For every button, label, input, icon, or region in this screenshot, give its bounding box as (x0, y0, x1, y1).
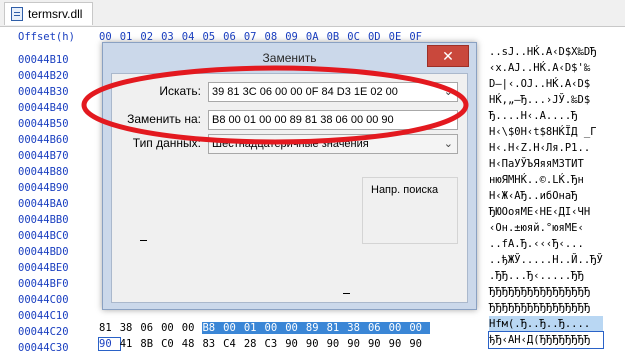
hex-byte[interactable]: 90 (285, 338, 306, 350)
ascii-row: H‹ПаУЎЪЯяяМЗТИТ (489, 158, 584, 170)
hex-byte[interactable]: 00 (161, 322, 182, 334)
hex-byte[interactable]: 90 (327, 338, 348, 350)
hex-byte[interactable]: 90 (347, 338, 368, 350)
datatype-value: Шестнадцатеричные значения (212, 138, 369, 150)
dialog-body: Искать: 39 81 3C 06 00 00 0F 84 D3 1E 02… (111, 73, 468, 303)
hex-byte[interactable]: 90 (306, 338, 327, 350)
close-button[interactable]: ✕ (427, 45, 469, 67)
chevron-down-icon[interactable]: ⌄ (444, 111, 453, 129)
hex-byte[interactable]: 81 (99, 322, 120, 334)
hex-byte[interactable]: C4 (223, 338, 244, 350)
offset-cell: 00044BD0 (18, 246, 69, 258)
offset-cell: 00044B70 (18, 150, 69, 162)
offset-cell: 00044C00 (18, 294, 69, 306)
ascii-row: D–|‹.OJ..HЌ.A‹D$ (489, 78, 591, 90)
ascii-row: H‹Ж‹АЂ..ибОнаЂ (489, 190, 578, 202)
search-combobox[interactable]: 39 81 3C 06 00 00 0F 84 D3 1E 02 00 ⌄ (208, 82, 458, 102)
offset-cell: 00044B90 (18, 182, 69, 194)
ascii-row: HЌ,„–Ђ...›JЎ.‰D$ (489, 94, 591, 106)
ascii-row: .ЂЂ...Ђ‹.....ЂЂ (489, 270, 584, 282)
hex-byte[interactable]: 90 (389, 338, 410, 350)
hex-byte[interactable]: 01 (243, 322, 265, 334)
offset-cell: 00044B80 (18, 166, 69, 178)
focus-mark (343, 293, 350, 294)
ascii-row: нюЯМHЌ..©.LЌ.Ђн (489, 174, 584, 186)
tab-label: termsrv.dll (28, 7, 83, 21)
chevron-down-icon[interactable]: ⌄ (444, 135, 453, 153)
hex-byte[interactable]: 00 (409, 322, 430, 334)
focus-mark (140, 240, 147, 241)
ascii-row: ‹x.AJ..HЌ.A‹D$'‰ (489, 62, 591, 74)
offset-cell: 00044B50 (18, 118, 69, 130)
ascii-row: ..ђЖЎ.....H..Й..ЂЎ (489, 254, 603, 266)
hex-byte[interactable]: 06 (367, 322, 389, 334)
offset-cell: 00044BE0 (18, 262, 69, 274)
offset-cell: 00044C10 (18, 310, 69, 322)
ascii-row: ЂЮОояМЕ‹НЕ‹ДI‹ЧН (489, 206, 591, 218)
offset-cell: 00044B40 (18, 102, 69, 114)
ascii-row: ђЂ‹AH‹Д(ЂЂЂЂЂЂЂЂ (488, 331, 604, 349)
offset-cell: 00044C20 (18, 326, 69, 338)
datatype-select[interactable]: Шестнадцатеричные значения ⌄ (208, 134, 458, 154)
hex-byte[interactable]: 90 (409, 338, 430, 350)
ascii-row: ЂЂЂЂЂЂЂЂЂЂЂЂЂЂЂЂ (489, 302, 591, 314)
ascii-row: ‹Он.±юяй.°юяМЕ‹ (489, 222, 584, 234)
hex-byte[interactable]: 48 (182, 338, 203, 350)
hex-byte[interactable]: 28 (244, 338, 265, 350)
offset-cell: 00044B10 (18, 54, 69, 66)
hex-byte[interactable]: 81 (326, 322, 348, 334)
replace-combobox[interactable]: B8 00 01 00 00 89 81 38 06 00 00 90 ⌄ (208, 110, 458, 130)
dialog-title: Заменить (262, 51, 317, 65)
ascii-column: ..sJ..HЌ.A‹D$Х‰DЂ ‹x.AJ..HЌ.A‹D$'‰ D–|‹.OJ… (488, 44, 604, 349)
offset-cell: 00044B20 (18, 70, 69, 82)
search-label: Искать: (159, 84, 201, 98)
ascii-row: Ђ....H‹.A....Ђ (489, 110, 578, 122)
offset-cell: 00044BF0 (18, 278, 69, 290)
hex-byte[interactable]: 00 (223, 322, 244, 334)
ascii-row: ..fA.Ђ.‹‹‹Ђ‹... (489, 238, 584, 250)
offset-cell: 00044BC0 (18, 230, 69, 242)
hex-byte[interactable]: 00 (388, 322, 410, 334)
hex-row-c20[interactable]: 81 38 06 00 00 B8 00 01 00 00 89 81 38 06 00 00 (99, 322, 430, 334)
offset-cell: 00044B60 (18, 134, 69, 146)
offset-header: Offset(h) (18, 31, 75, 43)
offset-column: 00044B10 00044B20 00044B30 00044B40 00044B50… (18, 52, 69, 356)
ascii-row: Hfм(.Ђ..Ђ..Ђ.... (489, 316, 603, 332)
ascii-row: ЂЂЂЂЂЂЂЂЂЂЂЂЂЂЂЂ (489, 286, 591, 298)
ascii-row: H‹\$0H‹t$8HЌЇД _Г (489, 126, 597, 138)
hex-row-c30[interactable]: 90 41 8B C0 48 83 C4 28 C3 90 90 90 90 90 90 90 (98, 337, 430, 351)
offset-cell: 00044BA0 (18, 198, 69, 210)
hex-byte[interactable]: 83 (202, 338, 223, 350)
replace-value: B8 00 01 00 00 89 81 38 06 00 00 90 (212, 114, 394, 126)
direction-group: Напр. поиска (362, 177, 458, 244)
hex-byte[interactable]: B8 (202, 322, 224, 334)
hex-byte[interactable]: C3 (265, 338, 286, 350)
hex-byte[interactable]: 89 (305, 322, 327, 334)
hex-byte[interactable]: 90 (98, 337, 121, 351)
offset-cell: 00044B30 (18, 86, 69, 98)
direction-label: Напр. поиска (371, 184, 439, 196)
hex-byte[interactable]: 38 (347, 322, 368, 334)
offset-cell: 00044BB0 (18, 214, 69, 226)
hex-byte[interactable]: 90 (368, 338, 389, 350)
replace-label: Заменить на: (127, 112, 201, 126)
ascii-row: ..sJ..HЌ.A‹D$Х‰DЂ (489, 46, 597, 58)
hex-byte[interactable]: 00 (285, 322, 306, 334)
hex-byte[interactable]: C0 (161, 338, 182, 350)
tab-bar: termsrv.dll (0, 0, 625, 27)
hex-byte[interactable]: 00 (264, 322, 286, 334)
chevron-down-icon[interactable]: ⌄ (444, 83, 453, 101)
hex-byte[interactable]: 00 (182, 322, 203, 334)
hex-byte[interactable]: 41 (120, 338, 141, 350)
datatype-label: Тип данных: (132, 136, 201, 150)
replace-dialog: Заменить ✕ Искать: 39 81 3C 06 00 00 0F … (102, 42, 477, 310)
search-value: 39 81 3C 06 00 00 0F 84 D3 1E 02 00 (212, 86, 398, 98)
hex-byte[interactable]: 38 (120, 322, 141, 334)
offset-cell: 00044C30 (18, 342, 69, 354)
hex-byte[interactable]: 8B (140, 338, 161, 350)
hex-byte[interactable]: 06 (140, 322, 161, 334)
tab-termsrv[interactable]: termsrv.dll (4, 2, 94, 25)
file-icon (11, 7, 23, 21)
ascii-row: H‹.H‹Z.H‹Ля.Р1.. (489, 142, 591, 154)
